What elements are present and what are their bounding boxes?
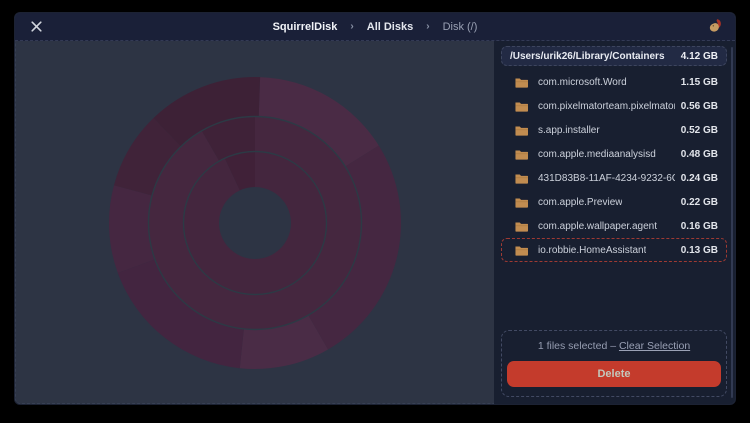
file-size: 0.16 GB bbox=[675, 221, 718, 232]
current-path-header[interactable]: /Users/urik26/Library/Containers 4.12 GB bbox=[501, 46, 727, 66]
folder-icon bbox=[515, 245, 528, 256]
file-size: 0.22 GB bbox=[675, 197, 718, 208]
file-panel: /Users/urik26/Library/Containers 4.12 GB… bbox=[494, 41, 735, 404]
list-item[interactable]: com.apple.wallpaper.agent 0.16 GB bbox=[501, 214, 727, 238]
delete-button[interactable]: Delete bbox=[507, 361, 721, 387]
list-item[interactable]: 431D83B8-11AF-4234-9232-6C33... 0.24 GB bbox=[501, 166, 727, 190]
file-name: 431D83B8-11AF-4234-9232-6C33... bbox=[538, 173, 675, 184]
file-name: io.robbie.HomeAssistant bbox=[538, 245, 646, 256]
title-bar: SquirrelDisk › All Disks › Disk (/) bbox=[15, 13, 735, 41]
sunburst-segment[interactable] bbox=[148, 116, 361, 329]
file-name: com.pixelmatorteam.pixelmator.x bbox=[538, 101, 675, 112]
clear-selection-link[interactable]: Clear Selection bbox=[619, 340, 690, 352]
chevron-right-icon: › bbox=[350, 21, 353, 32]
folder-icon bbox=[515, 101, 528, 112]
close-icon bbox=[31, 21, 42, 32]
close-button[interactable] bbox=[31, 21, 42, 32]
file-name: com.apple.wallpaper.agent bbox=[538, 221, 657, 232]
file-name: com.apple.mediaanalysisd bbox=[538, 149, 656, 160]
selection-count-text: 1 files selected – bbox=[538, 340, 619, 352]
breadcrumb-all-disks[interactable]: All Disks bbox=[367, 21, 413, 33]
selection-status: 1 files selected – Clear Selection bbox=[538, 340, 690, 352]
selection-box: 1 files selected – Clear Selection Delet… bbox=[501, 330, 727, 397]
file-size: 0.52 GB bbox=[675, 125, 718, 136]
list-item[interactable]: com.microsoft.Word 1.15 GB bbox=[501, 70, 727, 94]
file-size: 0.48 GB bbox=[675, 149, 718, 160]
chevron-right-icon: › bbox=[426, 21, 429, 32]
list-item[interactable]: com.pixelmatorteam.pixelmator.x 0.56 GB bbox=[501, 94, 727, 118]
current-path: /Users/urik26/Library/Containers bbox=[510, 51, 665, 62]
folder-icon bbox=[515, 173, 528, 184]
list-item[interactable]: com.apple.Preview 0.22 GB bbox=[501, 190, 727, 214]
sunburst-chart[interactable] bbox=[105, 73, 405, 373]
file-name: com.apple.Preview bbox=[538, 197, 622, 208]
breadcrumb-app[interactable]: SquirrelDisk bbox=[273, 21, 338, 33]
list-item[interactable]: com.apple.mediaanalysisd 0.48 GB bbox=[501, 142, 727, 166]
content-area: /Users/urik26/Library/Containers 4.12 GB… bbox=[15, 41, 735, 404]
breadcrumb-current-disk[interactable]: Disk (/) bbox=[443, 21, 478, 33]
list-item[interactable]: io.robbie.HomeAssistant 0.13 GB bbox=[501, 238, 727, 262]
app-window: SquirrelDisk › All Disks › Disk (/) /Use… bbox=[14, 12, 736, 405]
folder-icon bbox=[515, 221, 528, 232]
breadcrumb: SquirrelDisk › All Disks › Disk (/) bbox=[15, 21, 735, 33]
folder-icon bbox=[515, 125, 528, 136]
current-path-size: 4.12 GB bbox=[681, 51, 718, 62]
file-list: com.microsoft.Word 1.15 GB com.pixelmato… bbox=[501, 70, 727, 262]
file-size: 0.13 GB bbox=[675, 245, 718, 256]
chart-area bbox=[15, 41, 494, 404]
scrollbar[interactable] bbox=[731, 47, 733, 398]
file-size: 0.24 GB bbox=[675, 173, 718, 184]
file-size: 1.15 GB bbox=[675, 77, 718, 88]
folder-icon bbox=[515, 77, 528, 88]
file-size: 0.56 GB bbox=[675, 101, 718, 112]
file-name: s.app.installer bbox=[538, 125, 600, 136]
folder-icon bbox=[515, 149, 528, 160]
squirrel-logo-icon bbox=[707, 18, 724, 40]
folder-icon bbox=[515, 197, 528, 208]
file-name: com.microsoft.Word bbox=[538, 77, 627, 88]
list-item[interactable]: s.app.installer 0.52 GB bbox=[501, 118, 727, 142]
